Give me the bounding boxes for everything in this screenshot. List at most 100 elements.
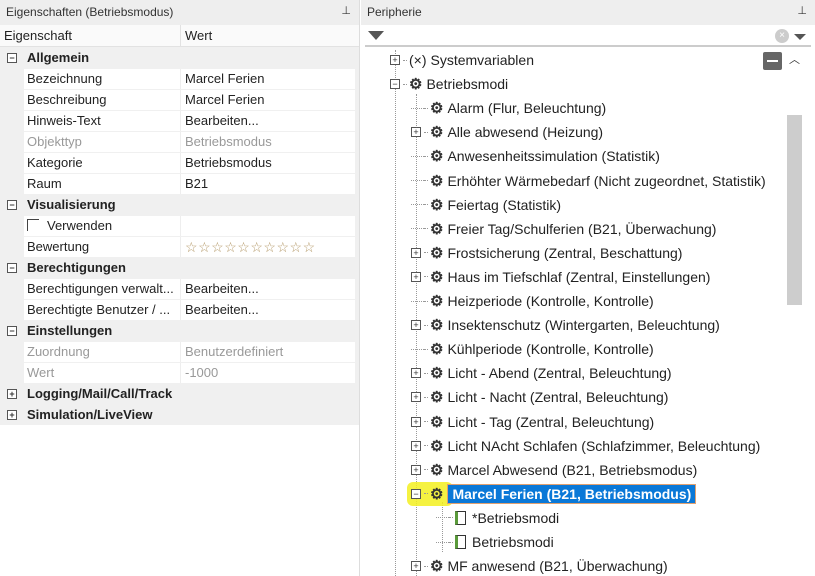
tree-item-label[interactable]: Marcel Ferien (B21, Betriebsmodus) xyxy=(447,483,697,504)
scrollbar-thumb[interactable] xyxy=(787,115,802,305)
tree-item-label[interactable]: Haus im Tiefschlaf (Zentral, Einstellung… xyxy=(447,269,710,285)
filter-input[interactable]: × xyxy=(365,25,811,47)
star-icon[interactable]: ☆ xyxy=(185,239,198,255)
scrollbar[interactable]: ︿ xyxy=(786,49,803,576)
tree-item[interactable]: − ⚙ Marcel Ferien (B21, Betriebsmodus) xyxy=(407,481,697,506)
expander-icon[interactable]: + xyxy=(0,388,24,399)
expander-box[interactable]: − xyxy=(7,325,17,336)
expander-icon[interactable]: + xyxy=(411,440,421,451)
expander-icon[interactable]: − xyxy=(0,325,24,336)
category-row[interactable]: + Logging/Mail/Call/Track xyxy=(0,383,359,404)
column-header-value[interactable]: Wert xyxy=(181,25,216,46)
chevron-down-icon[interactable] xyxy=(794,34,806,40)
tree-item[interactable]: *Betriebsmodi xyxy=(436,508,559,528)
property-row[interactable]: Hinweis-Text Bearbeiten... xyxy=(0,110,359,131)
property-row[interactable]: Bewertung ☆☆☆☆☆☆☆☆☆☆ xyxy=(0,236,359,257)
property-value[interactable]: Marcel Ferien xyxy=(181,68,355,89)
expander-box[interactable]: − xyxy=(7,52,17,63)
star-icon[interactable]: ☆ xyxy=(224,239,237,255)
tree-item[interactable]: + ⚙ Haus im Tiefschlaf (Zentral, Einstellu… xyxy=(411,267,710,287)
property-row[interactable]: Verwenden xyxy=(0,215,359,236)
expander-icon[interactable]: + xyxy=(411,320,421,331)
tree-item-label[interactable]: Heizperiode (Kontrolle, Kontrolle) xyxy=(447,293,653,309)
tree-item-label[interactable]: Marcel Abwesend (B21, Betriebsmodus) xyxy=(447,462,697,478)
tree-item-label[interactable]: Erhöhter Wärmebedarf (Nicht zugeordnet, … xyxy=(447,173,765,189)
expander-icon[interactable]: + xyxy=(411,416,421,427)
property-label[interactable]: Verwenden xyxy=(24,215,181,236)
tree-item[interactable]: ⚙ Erhöhter Wärmebedarf (Nicht zugeordnet,… xyxy=(411,171,766,191)
tree-item[interactable]: + ⚙ Frostsicherung (Zentral, Beschattung) xyxy=(411,243,682,263)
tree-item[interactable]: + ⚙ Marcel Abwesend (B21, Betriebsmodus) xyxy=(411,460,697,480)
expander-icon[interactable]: − xyxy=(0,199,24,210)
property-value[interactable]: Benutzerdefiniert xyxy=(181,341,355,362)
expander-box[interactable]: + xyxy=(7,388,17,399)
star-icon[interactable]: ☆ xyxy=(211,239,224,255)
category-row[interactable]: − Visualisierung xyxy=(0,194,359,215)
tree-item-label[interactable]: Betriebsmodi xyxy=(426,76,508,92)
expander-icon[interactable]: + xyxy=(0,409,24,420)
tree-item-label[interactable]: MF anwesend (B21, Überwachung) xyxy=(447,558,667,574)
property-row[interactable]: Bezeichnung Marcel Ferien xyxy=(0,68,359,89)
category-row[interactable]: − Allgemein xyxy=(0,47,359,68)
star-icon[interactable]: ☆ xyxy=(198,239,211,255)
tree-item[interactable]: + ⚙ Alle abwesend (Heizung) xyxy=(411,122,603,142)
tree-item-label[interactable]: *Betriebsmodi xyxy=(472,510,559,526)
tree-item-label[interactable]: Freier Tag/Schulferien (B21, Überwachung… xyxy=(447,221,716,237)
property-row[interactable]: Berechtigungen verwalt... Bearbeiten... xyxy=(0,278,359,299)
tree-item[interactable]: ⚙ Anwesenheitssimulation (Statistik) xyxy=(411,146,660,166)
property-value[interactable]: Bearbeiten... xyxy=(181,110,355,131)
tree-item-label[interactable]: Licht NAcht Schlafen (Schlafzimmer, Bele… xyxy=(447,438,760,454)
category-row[interactable]: − Einstellungen xyxy=(0,320,359,341)
tree-item[interactable]: ⚙ Alarm (Flur, Beleuchtung) xyxy=(411,98,606,118)
property-row[interactable]: Berechtigte Benutzer / ... Bearbeiten... xyxy=(0,299,359,320)
expander-icon[interactable]: + xyxy=(411,368,421,379)
tree-item[interactable]: + ⚙ Licht - Nacht (Zentral, Beleuchtung) xyxy=(411,387,668,407)
tree-item[interactable]: ⚙ Heizperiode (Kontrolle, Kontrolle) xyxy=(411,291,654,311)
tree-item[interactable]: ⚙ Feiertag (Statistik) xyxy=(411,195,561,215)
expander-icon[interactable]: − xyxy=(0,262,24,273)
tree-item-label[interactable]: Feiertag (Statistik) xyxy=(447,197,561,213)
expander-box[interactable]: − xyxy=(7,262,17,273)
tree-item-label[interactable]: Betriebsmodi xyxy=(472,534,554,550)
clear-filter-icon[interactable]: × xyxy=(775,29,789,43)
star-icon[interactable]: ☆ xyxy=(290,239,303,255)
tree-item-label[interactable]: Licht - Nacht (Zentral, Beleuchtung) xyxy=(447,389,668,405)
star-icon[interactable]: ☆ xyxy=(237,239,250,255)
tree-item[interactable]: + ⚙ Licht NAcht Schlafen (Schlafzimmer, Be… xyxy=(411,436,760,456)
expander-box[interactable]: + xyxy=(7,409,17,420)
tree-item[interactable]: Betriebsmodi xyxy=(436,532,554,552)
category-row[interactable]: − Berechtigungen xyxy=(0,257,359,278)
property-row[interactable]: Objekttyp Betriebsmodus xyxy=(0,131,359,152)
expander-icon[interactable]: + xyxy=(390,55,400,65)
property-value[interactable]: Bearbeiten... xyxy=(181,278,355,299)
pin-icon[interactable]: ⊥ xyxy=(341,4,351,17)
property-value[interactable]: Marcel Ferien xyxy=(181,89,355,110)
property-value[interactable]: -1000 xyxy=(181,362,355,383)
star-icon[interactable]: ☆ xyxy=(250,239,263,255)
star-icon[interactable]: ☆ xyxy=(263,239,276,255)
star-icon[interactable]: ☆ xyxy=(303,239,316,255)
tree-item-label[interactable]: Anwesenheitssimulation (Statistik) xyxy=(447,148,659,164)
property-row[interactable]: Beschreibung Marcel Ferien xyxy=(0,89,359,110)
tree-item[interactable]: − ⚙ Betriebsmodi xyxy=(390,74,508,94)
tree-item-label[interactable]: Alarm (Flur, Beleuchtung) xyxy=(447,100,606,116)
property-value[interactable]: Betriebsmodus xyxy=(181,152,355,173)
tree-item-label[interactable]: Licht - Tag (Zentral, Beleuchtung) xyxy=(447,414,654,430)
rating-stars[interactable]: ☆☆☆☆☆☆☆☆☆☆ xyxy=(181,236,355,257)
scroll-up-icon[interactable]: ︿ xyxy=(789,51,800,67)
tree-item[interactable]: + ⚙ Licht - Abend (Zentral, Beleuchtung) xyxy=(411,363,672,383)
expander-icon[interactable]: + xyxy=(411,392,421,403)
property-row[interactable]: Wert -1000 xyxy=(0,362,359,383)
expander-icon[interactable]: − xyxy=(411,488,421,499)
tree-item-label[interactable]: Systemvariablen xyxy=(431,52,535,68)
tree-item[interactable]: + ⚙ MF anwesend (B21, Überwachung) xyxy=(411,556,668,576)
expander-icon[interactable]: − xyxy=(390,79,400,90)
verwenden-checkbox[interactable] xyxy=(27,218,39,231)
category-row[interactable]: + Simulation/LiveView xyxy=(0,404,359,425)
tree-item[interactable]: + (×) Systemvariablen xyxy=(390,50,534,70)
property-value[interactable]: Bearbeiten... xyxy=(181,299,355,320)
expander-icon[interactable]: + xyxy=(411,127,421,138)
tree-item[interactable]: ⚙ Freier Tag/Schulferien (B21, Überwachun… xyxy=(411,219,716,239)
tree-item-label[interactable]: Alle abwesend (Heizung) xyxy=(447,124,603,140)
property-row[interactable]: Zuordnung Benutzerdefiniert xyxy=(0,341,359,362)
